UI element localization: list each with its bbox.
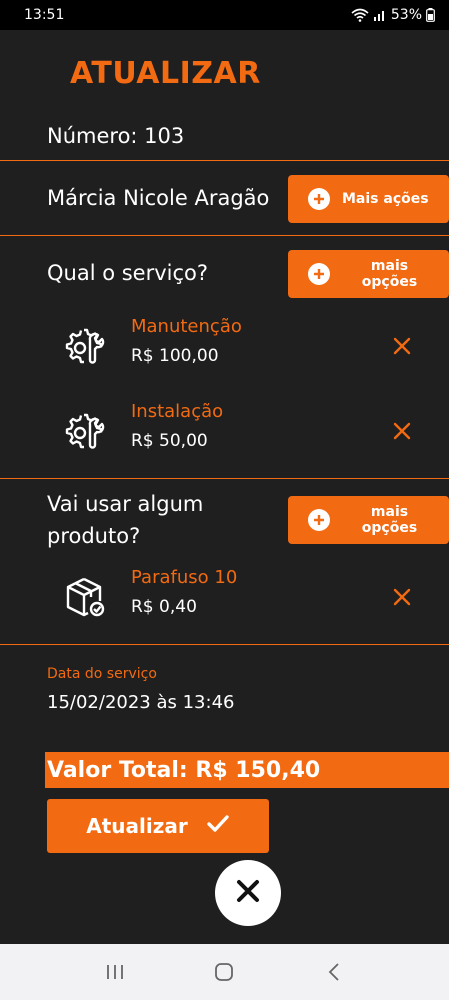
home-button[interactable]: [204, 952, 244, 992]
divider: [0, 160, 449, 161]
page-title: ATUALIZAR: [70, 56, 261, 91]
plus-circle-icon: [308, 263, 330, 285]
battery-percent: 53%: [390, 7, 422, 23]
status-bar: 13:51 53%: [0, 0, 449, 30]
remove-service-icon[interactable]: [390, 334, 414, 358]
total-text: Valor Total: R$ 150,40: [47, 757, 321, 783]
service-price: R$ 100,00: [131, 346, 219, 366]
service-date-value: 15/02/2023 às 13:46: [47, 692, 235, 713]
wifi-icon: [351, 8, 369, 22]
service-more-options-button[interactable]: mais opções: [288, 250, 449, 298]
product-question-line2: produto?: [47, 524, 141, 548]
service-name: Instalação: [131, 401, 224, 422]
battery-icon: [426, 8, 435, 22]
plus-circle-icon: [308, 188, 330, 210]
close-button[interactable]: [215, 860, 281, 926]
product-question-line1: Vai usar algum: [47, 492, 204, 516]
update-label: Atualizar: [86, 814, 188, 838]
product-more-options-button[interactable]: mais opções: [288, 496, 449, 544]
close-icon: [234, 877, 262, 909]
order-number: Número: 103: [47, 124, 185, 148]
check-icon: [206, 814, 230, 839]
more-actions-button[interactable]: Mais ações: [288, 175, 449, 223]
home-icon: [215, 963, 234, 981]
service-question: Qual o serviço?: [47, 261, 209, 285]
plus-circle-icon: [308, 509, 330, 531]
gear-wrench-icon: [60, 322, 108, 370]
gear-wrench-icon: [60, 407, 108, 455]
service-price: R$ 50,00: [131, 431, 208, 451]
remove-service-icon[interactable]: [390, 419, 414, 443]
back-button[interactable]: [314, 952, 354, 992]
total-value: Valor Total: R$ 150,40: [45, 752, 449, 788]
service-date-label: Data do serviço: [47, 666, 157, 682]
remove-product-icon[interactable]: [390, 585, 414, 609]
service-more-options-label: mais opções: [361, 258, 418, 290]
product-name: Parafuso 10: [131, 567, 238, 588]
client-name: Márcia Nicole Aragão: [47, 186, 270, 210]
status-right: 53%: [351, 7, 435, 23]
product-item: Parafuso 10 R$ 0,40: [60, 567, 430, 627]
product-price: R$ 0,40: [131, 597, 197, 617]
divider: [0, 235, 449, 236]
divider: [0, 478, 449, 479]
update-button[interactable]: Atualizar: [47, 799, 269, 853]
service-item: Manutenção R$ 100,00: [60, 316, 430, 376]
screen: 13:51 53% ATUALIZAR Número: 103 Márcia N…: [0, 0, 449, 1000]
product-more-options-label: mais opções: [361, 504, 418, 536]
recent-apps-button[interactable]: [95, 952, 135, 992]
service-item: Instalação R$ 50,00: [60, 401, 430, 461]
signal-icon: [373, 9, 387, 21]
system-nav-bar: [0, 944, 449, 1000]
divider: [0, 644, 449, 645]
back-icon: [328, 963, 339, 981]
status-time: 13:51: [24, 7, 65, 23]
box-check-icon: [60, 573, 108, 621]
more-actions-label: Mais ações: [342, 191, 429, 207]
service-name: Manutenção: [131, 316, 242, 337]
recent-apps-icon: [106, 965, 123, 979]
